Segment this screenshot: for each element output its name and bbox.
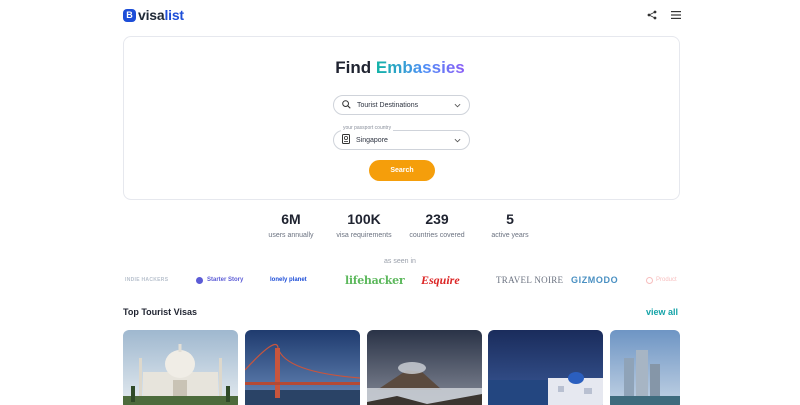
passport-value: Singapore: [356, 136, 388, 144]
press-logo-travel-noire: TRAVEL NOIRE: [496, 275, 564, 285]
stat-value: 6M: [281, 211, 301, 227]
search-icon: [342, 96, 351, 114]
share-icon[interactable]: [646, 9, 658, 21]
visa-card-city[interactable]: [610, 330, 680, 405]
logo-text: visalist: [138, 7, 184, 23]
stat-users: 6M users annually: [251, 211, 331, 239]
starter-story-icon: [196, 276, 203, 284]
stat-caption: visa requirements: [336, 232, 392, 239]
stat-value: 239: [425, 211, 449, 227]
press-logo-lifehacker: lifehacker: [345, 273, 405, 287]
stat-value: 5: [506, 211, 514, 227]
passport-icon: [342, 131, 350, 149]
stat-caption: countries covered: [409, 232, 465, 239]
passport-field-label: your passport country: [341, 125, 394, 131]
press-logo-esquire: Esquire: [421, 272, 460, 287]
visa-card-santorini[interactable]: [488, 330, 603, 405]
stat-countries: 239 countries covered: [397, 211, 477, 239]
visa-card-golden-gate[interactable]: [245, 330, 360, 405]
top-header: B visalist: [0, 0, 800, 30]
visa-card-volcano[interactable]: [367, 330, 482, 405]
menu-icon[interactable]: [670, 9, 682, 21]
destination-value: Tourist Destinations: [357, 101, 419, 109]
press-logo-starter-story: Starter Story: [196, 271, 243, 289]
passport-country-select[interactable]: Singapore: [333, 130, 470, 150]
product-icon: [646, 276, 653, 284]
press-logo-lonely-planet: lonely planet: [270, 277, 307, 283]
stat-visa-requirements: 100K visa requirements: [324, 211, 404, 239]
visa-card-taj-mahal[interactable]: [123, 330, 238, 405]
stat-value: 100K: [347, 211, 381, 227]
press-logo-gizmodo: GIZMODO: [571, 275, 619, 285]
chevron-down-icon: [453, 101, 461, 109]
chevron-down-icon: [453, 136, 461, 144]
press-logo-product: Product: [646, 271, 677, 289]
page-title: Find Embassies: [335, 58, 465, 77]
stat-caption: active years: [491, 232, 529, 239]
press-logo-indie-hackers: INDIE HACKERS: [125, 277, 169, 283]
stat-caption: users annually: [268, 232, 314, 239]
destination-select[interactable]: Tourist Destinations: [333, 95, 470, 115]
search-button[interactable]: Search: [369, 160, 435, 181]
view-all-link[interactable]: view all: [646, 307, 678, 317]
section-title: Top Tourist Visas: [123, 307, 198, 317]
visalist-logo[interactable]: B visalist: [123, 7, 184, 23]
stat-active-years: 5 active years: [470, 211, 550, 239]
logo-badge: B: [123, 8, 136, 22]
as-seen-in-heading: as seen in: [384, 258, 416, 265]
header-actions: [646, 9, 682, 21]
